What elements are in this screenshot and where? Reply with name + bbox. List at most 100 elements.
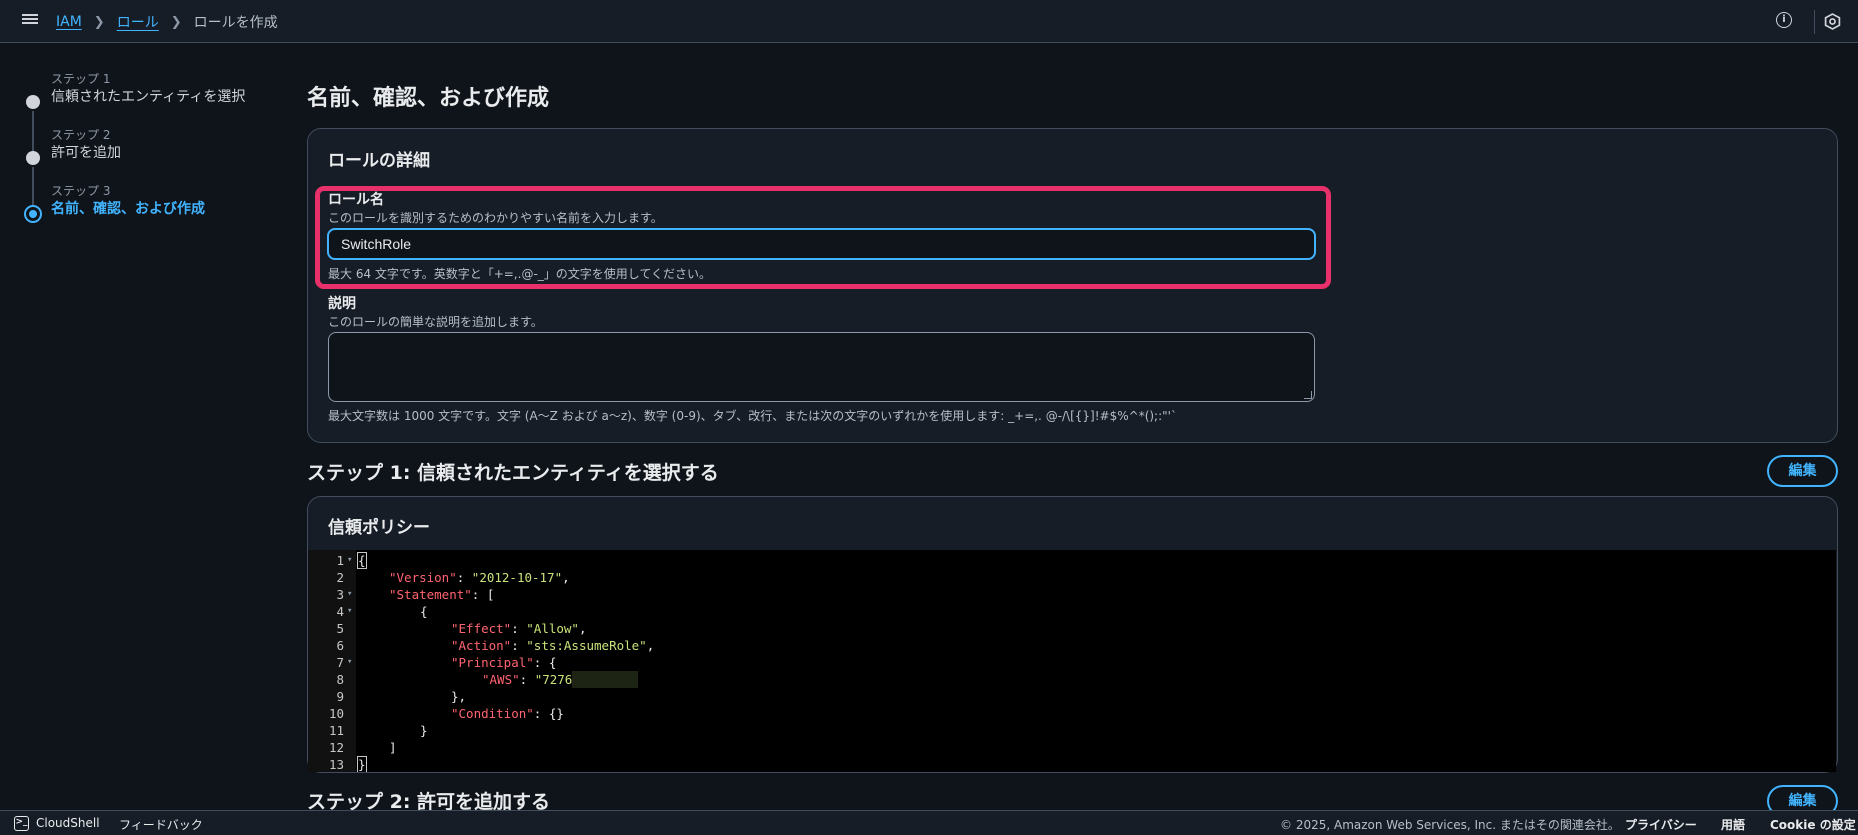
line-number: 12 <box>328 740 344 755</box>
code-line: 11} <box>308 722 1836 739</box>
description-label: 説明 <box>328 296 356 312</box>
code-token: { <box>357 552 367 569</box>
footer-bar: >_ CloudShell フィードバック © 2025, Amazon Web… <box>0 810 1858 835</box>
json-bracket: {} <box>548 706 564 721</box>
settings-icon[interactable] <box>1824 13 1841 30</box>
line-number: 1 <box>336 553 344 568</box>
redacted-account-id <box>572 671 639 688</box>
line-number: 2 <box>336 570 344 585</box>
code-line: 3 ▾ "Statement": [ <box>308 586 1836 603</box>
cookie-settings-link[interactable]: Cookie の設定 <box>1770 816 1856 833</box>
menu-icon[interactable] <box>22 12 38 28</box>
trust-policy-code-editor[interactable]: 1 ▾{2 "Version": "2012-10-17", 3 ▾ "Statement… <box>308 550 1836 772</box>
top-navigation-bar: IAM ❯ ロール ❯ ロールを作成 i <box>0 0 1858 43</box>
line-number: 6 <box>336 638 344 653</box>
code-line: 4 ▾ { <box>308 603 1836 620</box>
page-title: 名前、確認、および作成 <box>307 86 550 111</box>
code-line: 2 "Version": "2012-10-17", <box>308 569 1836 586</box>
fold-arrow-icon[interactable]: ▾ <box>347 586 352 603</box>
breadcrumb-current: ロールを作成 <box>193 15 278 31</box>
line-number: 13 <box>328 757 344 772</box>
json-key: "Condition" <box>451 706 534 721</box>
role-details-title: ロールの詳細 <box>328 151 430 171</box>
copyright-text: © 2025, Amazon Web Services, Inc. またはその関… <box>1280 818 1620 832</box>
code-line: 6 "Action": "sts:AssumeRole", <box>308 637 1836 654</box>
description-hint: 最大文字数は 1000 文字です。文字 (A～Z および a～z)、数字 (0-… <box>328 409 1177 423</box>
json-key: "Effect" <box>451 621 512 636</box>
info-icon[interactable]: i <box>1776 12 1792 28</box>
step-current-icon <box>24 205 42 223</box>
code-line: 10 "Condition": {} <box>308 705 1836 722</box>
step-label: 許可を追加 <box>51 145 121 161</box>
step1-section-title: ステップ 1: 信頼されたエンティティを選択する <box>307 462 719 484</box>
code-text: { <box>420 603 428 620</box>
divider <box>1814 10 1815 34</box>
line-number: 4 <box>336 604 344 619</box>
line-number: 7 <box>336 655 344 670</box>
step-completed-icon <box>26 151 40 165</box>
code-text: "Principal": { <box>451 655 557 670</box>
fold-arrow-icon[interactable]: ▾ <box>347 552 352 569</box>
code-text: "Condition": {} <box>451 706 564 721</box>
breadcrumb-iam-link[interactable]: IAM <box>56 14 82 30</box>
step-number: ステップ 1 <box>51 72 111 86</box>
wizard-step-3: ステップ 3 名前、確認、および作成 <box>22 184 262 240</box>
cloudshell-icon[interactable]: >_ <box>14 816 29 831</box>
line-number: 9 <box>336 689 344 704</box>
json-string-value: "Allow" <box>526 621 579 636</box>
code-text: } <box>420 722 428 739</box>
code-text: "Action": "sts:AssumeRole", <box>451 638 655 653</box>
fold-arrow-icon[interactable]: ▾ <box>347 603 352 620</box>
step1-edit-button[interactable]: 編集 <box>1767 455 1838 487</box>
line-number: 11 <box>328 723 344 738</box>
code-token: } <box>420 723 428 738</box>
code-token: } <box>357 756 367 772</box>
wizard-steps: ステップ 1 信頼されたエンティティを選択 ステップ 2 許可を追加 ステップ … <box>22 72 262 240</box>
code-line: 5 "Effect": "Allow", <box>308 620 1836 637</box>
json-string-value: "7276 <box>534 672 573 687</box>
json-bracket: { <box>548 655 557 670</box>
json-key: "AWS" <box>482 672 520 687</box>
wizard-step-1[interactable]: ステップ 1 信頼されたエンティティを選択 <box>22 72 262 151</box>
wizard-step-2[interactable]: ステップ 2 許可を追加 <box>22 128 262 207</box>
annotation-highlight-box <box>315 186 1331 289</box>
json-string-value: "2012-10-17" <box>471 570 563 585</box>
line-number: 5 <box>336 621 344 636</box>
code-text: "AWS": "7276 <box>482 671 639 688</box>
json-key: "Version" <box>389 570 457 585</box>
code-text: "Statement": [ <box>389 587 495 602</box>
step-number: ステップ 2 <box>51 128 111 142</box>
code-text: ] <box>389 739 397 756</box>
resize-handle-icon[interactable] <box>1304 391 1312 399</box>
code-token: ] <box>389 740 397 755</box>
json-bracket: [ <box>486 587 495 602</box>
feedback-link[interactable]: フィードバック <box>119 816 203 833</box>
json-punctuation: , <box>578 621 587 636</box>
json-key: "Principal" <box>451 655 534 670</box>
description-textarea[interactable] <box>328 332 1315 402</box>
chevron-right-icon: ❯ <box>93 14 105 30</box>
code-text: }, <box>451 688 466 705</box>
breadcrumb: IAM ❯ ロール ❯ ロールを作成 <box>56 12 278 32</box>
step-completed-icon <box>26 95 40 109</box>
line-number: 3 <box>336 587 344 602</box>
terms-link[interactable]: 用語 <box>1721 816 1745 833</box>
breadcrumb-roles-link[interactable]: ロール <box>117 12 159 32</box>
json-punctuation: , <box>562 570 570 585</box>
json-string-value: "sts:AssumeRole" <box>526 638 647 653</box>
json-key: "Statement" <box>389 587 472 602</box>
line-number: 10 <box>328 706 344 721</box>
step-label: 名前、確認、および作成 <box>51 201 205 217</box>
cloudshell-link[interactable]: CloudShell <box>36 816 100 830</box>
code-line: 12] <box>308 739 1836 756</box>
step-number: ステップ 3 <box>51 184 111 198</box>
code-line: 7 ▾ "Principal": { <box>308 654 1836 671</box>
code-text: "Effect": "Allow", <box>451 621 587 636</box>
trust-policy-title: 信頼ポリシー <box>328 518 430 538</box>
code-token: { <box>420 604 428 619</box>
code-token: }, <box>451 689 467 704</box>
code-line: 13} <box>308 756 1836 772</box>
privacy-link[interactable]: プライバシー <box>1625 816 1697 833</box>
fold-arrow-icon[interactable]: ▾ <box>347 654 352 671</box>
code-line: 1 ▾ { <box>308 552 1836 569</box>
